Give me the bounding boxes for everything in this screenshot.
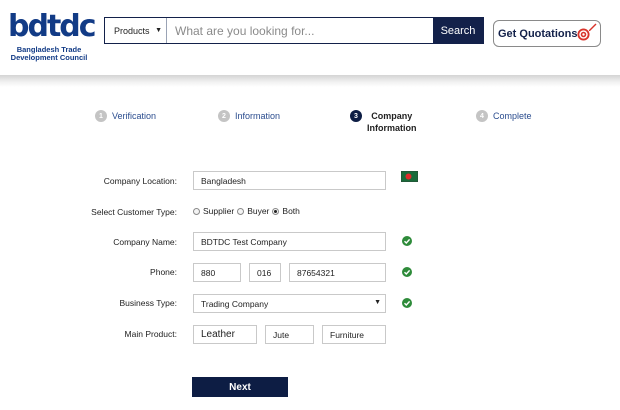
step-number: 3 [350, 110, 362, 122]
search-input[interactable] [167, 18, 433, 43]
header-divider [0, 75, 620, 87]
search-bar: Products ▼ Search [104, 17, 484, 44]
step-company-information: 3 Company Information [350, 110, 417, 134]
radio-buyer[interactable]: Buyer [237, 206, 269, 216]
radio-label: Supplier [203, 206, 235, 216]
radio-circle [237, 207, 245, 215]
dart-icon [589, 23, 597, 31]
radio-label: Both [282, 206, 300, 216]
step-label: Complete [493, 111, 532, 121]
check-circle-icon [402, 267, 412, 277]
step-number: 2 [218, 110, 230, 122]
company-location-label: Company Location: [103, 176, 177, 186]
bdtdc-logo[interactable]: bdtdc Bangladesh Trade Development Counc… [6, 9, 97, 64]
step-verification[interactable]: 1 Verification [95, 110, 156, 122]
get-quotations-label: Get Quotations [498, 27, 578, 40]
radio-both[interactable]: Both [272, 206, 300, 216]
radio-circle [272, 207, 280, 215]
check-circle-icon [402, 298, 412, 308]
logo-wordmark: bdtdc [8, 9, 97, 44]
step-label: Information [235, 111, 281, 121]
caret-down-icon: ▼ [155, 27, 162, 34]
step-label: Company Information [367, 110, 417, 134]
phone-number-field[interactable]: 87654321 [289, 263, 386, 282]
customer-type-radio-group: Supplier Buyer Both [193, 206, 303, 216]
step-complete[interactable]: 4 Complete [476, 110, 532, 122]
check-circle-icon [402, 236, 412, 246]
radio-supplier[interactable]: Supplier [193, 206, 234, 216]
next-button[interactable]: Next [192, 377, 288, 397]
step-information[interactable]: 2 Information [218, 110, 280, 122]
step-number: 4 [476, 110, 488, 122]
caret-down-icon: ▼ [374, 299, 381, 306]
business-type-label: Business Type: [119, 298, 178, 308]
main-product-field-3[interactable]: Furniture [322, 325, 386, 344]
business-type-select[interactable]: Trading Company ▼ [193, 294, 386, 313]
phone-label: Phone: [150, 267, 177, 277]
logo-tagline-line2: Development Council [10, 53, 88, 62]
header: bdtdc Bangladesh Trade Development Counc… [0, 0, 620, 72]
get-quotations-button[interactable]: Get Quotations [493, 20, 601, 47]
bangladesh-flag-icon [401, 171, 418, 182]
radio-label: Buyer [247, 206, 270, 216]
step-label-line2: Information [367, 123, 417, 133]
main-product-label: Main Product: [124, 329, 177, 339]
customer-type-label: Select Customer Type: [91, 207, 177, 217]
main-product-field-1[interactable]: Leather [193, 325, 257, 344]
step-label-line1: Company [371, 111, 413, 121]
company-name-label: Company Name: [113, 237, 177, 247]
search-category-select[interactable]: Products ▼ [105, 18, 167, 43]
phone-area-code-field[interactable]: 016 [249, 263, 281, 282]
search-button[interactable]: Search [433, 18, 483, 43]
company-location-field[interactable]: Bangladesh [193, 171, 386, 190]
company-name-field[interactable]: BDTDC Test Company [193, 232, 386, 251]
phone-country-code-field[interactable]: 880 [193, 263, 241, 282]
radio-circle [193, 207, 200, 215]
main-product-field-2[interactable]: Jute [265, 325, 314, 344]
search-category-value: Products [114, 25, 150, 36]
business-type-value: Trading Company [201, 298, 269, 309]
step-number: 1 [95, 110, 107, 122]
step-label: Verification [112, 111, 157, 121]
